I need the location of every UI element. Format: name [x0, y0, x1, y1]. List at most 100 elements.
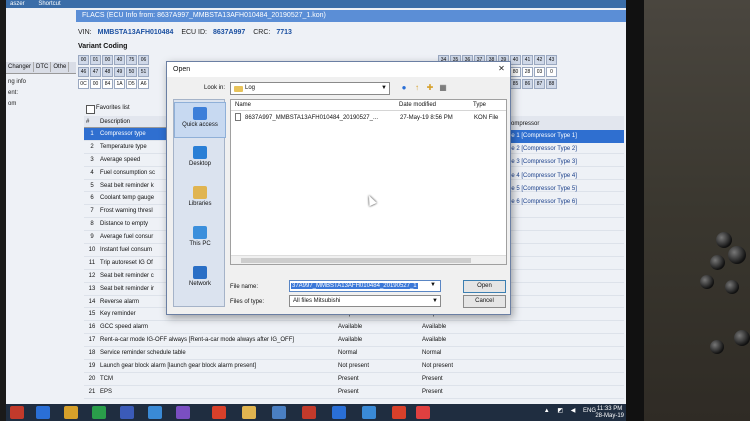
network-tray-icon[interactable]: ◩: [557, 408, 563, 414]
hex-cell[interactable]: 40: [114, 55, 125, 65]
taskbar-app-icon[interactable]: [10, 406, 24, 419]
options-list: pe 1 [Compressor Type 1] pe 2 [Compresso…: [506, 130, 624, 209]
language-indicator[interactable]: ENG: [583, 408, 596, 414]
hex-cell[interactable]: 03: [534, 67, 545, 77]
hex-cell[interactable]: 47: [90, 67, 101, 77]
taskbar-app-icon[interactable]: [302, 406, 316, 419]
tray-arrow-icon[interactable]: ▲: [544, 408, 550, 414]
taskbar-app-icon[interactable]: [148, 406, 162, 419]
table-row[interactable]: 19 Launch gear block alarm [launch gear b…: [84, 360, 624, 373]
table-row[interactable]: 17 Rent-a-car mode IG-OFF always [Rent-a-…: [84, 334, 624, 348]
hex-cell[interactable]: 00: [90, 79, 101, 89]
hex-cell[interactable]: 0C: [78, 79, 89, 89]
chevron-down-icon[interactable]: ▼: [430, 282, 436, 288]
hex-cell[interactable]: 86: [522, 79, 533, 89]
hex-cell[interactable]: 28: [522, 67, 533, 77]
favorites-checkbox[interactable]: Favorites list: [84, 103, 130, 114]
decor-bead: [710, 340, 724, 354]
filename-input[interactable]: 37A997_MMBSTA13AFH010484_20190527_1: [289, 280, 441, 292]
taskbar-app-icon[interactable]: [242, 406, 256, 419]
taskbar-app-icon[interactable]: [362, 406, 376, 419]
place-desktop[interactable]: Desktop: [174, 142, 226, 178]
desktop-item[interactable]: aszer: [10, 1, 25, 7]
row-description: Distance to empty: [100, 221, 149, 228]
row-number: 5: [90, 182, 94, 189]
col-type[interactable]: Type: [473, 100, 486, 111]
table-row[interactable]: 16 GCC speed alarm Available Available: [84, 321, 624, 335]
taskbar-app-icon[interactable]: [92, 406, 106, 419]
taskbar-app-icon[interactable]: [212, 406, 226, 419]
hex-cell[interactable]: 0: [546, 67, 557, 77]
hex-cell[interactable]: 00: [102, 55, 113, 65]
open-button[interactable]: Open: [463, 280, 506, 293]
row-current-value: Present: [338, 375, 359, 382]
hex-cell[interactable]: 06: [138, 55, 149, 65]
scrollbar-thumb[interactable]: [241, 258, 471, 263]
tab-changer[interactable]: Changer: [6, 62, 35, 72]
hex-cell[interactable]: 51: [138, 67, 149, 77]
close-icon[interactable]: ✕: [496, 64, 507, 74]
hex-cell[interactable]: 41: [522, 55, 533, 65]
option-item[interactable]: pe 3 [Compressor Type 3]: [506, 156, 624, 169]
hex-cell[interactable]: 80: [510, 67, 521, 77]
hex-cell[interactable]: 87: [534, 79, 545, 89]
col-num[interactable]: #: [86, 116, 89, 128]
col-date-modified[interactable]: Date modified: [399, 100, 436, 111]
hex-cell[interactable]: 84: [102, 79, 113, 89]
place-quick-access[interactable]: Quick access: [174, 102, 226, 138]
hex-cell[interactable]: 50: [126, 67, 137, 77]
hex-cell[interactable]: D5: [126, 79, 137, 89]
table-row[interactable]: 18 Service reminder schedule table Normal N…: [84, 347, 624, 361]
taskbar-app-icon[interactable]: [332, 406, 346, 419]
hex-cell[interactable]: 49: [114, 67, 125, 77]
hex-cell[interactable]: 40: [510, 55, 521, 65]
table-row[interactable]: 20 TCM Present Present: [84, 373, 624, 386]
file-date: 27-May-19 8:56 PM: [400, 115, 453, 121]
option-item[interactable]: pe 4 [Compressor Type 4]: [506, 170, 624, 183]
hex-cell[interactable]: 1A: [114, 79, 125, 89]
hex-cell[interactable]: 42: [534, 55, 545, 65]
option-item[interactable]: pe 1 [Compressor Type 1]: [506, 130, 624, 144]
clock[interactable]: 11:33 PM 28-May-19: [595, 406, 624, 420]
place-libraries[interactable]: Libraries: [174, 182, 226, 218]
option-item[interactable]: pe 6 [Compressor Type 6]: [506, 196, 624, 209]
lookin-dropdown[interactable]: Log ▼: [230, 82, 390, 95]
col-description[interactable]: Description: [100, 116, 130, 128]
hex-cell[interactable]: 43: [546, 55, 557, 65]
taskbar-app-icon[interactable]: [36, 406, 50, 419]
back-icon[interactable]: ●: [399, 83, 409, 93]
view-menu-icon[interactable]: ▦: [438, 83, 448, 93]
hex-cell[interactable]: A6: [138, 79, 149, 89]
hex-cell[interactable]: 01: [90, 55, 101, 65]
horizontal-scrollbar[interactable]: [231, 255, 506, 264]
taskbar-app-icon[interactable]: [176, 406, 190, 419]
volume-icon[interactable]: ◀: [571, 408, 576, 414]
tab-other[interactable]: Othe: [51, 62, 70, 72]
taskbar-app-icon[interactable]: [272, 406, 286, 419]
hex-cell[interactable]: 88: [546, 79, 557, 89]
new-folder-icon[interactable]: ✚: [425, 83, 435, 93]
place-this-pc[interactable]: This PC: [174, 222, 226, 258]
filename-value: 37A997_MMBSTA13AFH010484_20190527_1: [291, 283, 418, 289]
file-row[interactable]: 8637A997_MMBSTA13AFH010484_20190527_... …: [232, 113, 502, 124]
hex-cell[interactable]: 46: [78, 67, 89, 77]
hex-cell[interactable]: 85: [510, 79, 521, 89]
cancel-button[interactable]: Cancel: [463, 295, 506, 308]
filetype-select[interactable]: All files Mitsubishi ▼: [289, 295, 441, 307]
hex-cell[interactable]: 75: [126, 55, 137, 65]
options-header: compressor: [506, 118, 624, 130]
col-name[interactable]: Name: [235, 100, 251, 111]
table-row[interactable]: 21 EPS Present Present: [84, 386, 624, 399]
taskbar-app-icon[interactable]: [120, 406, 134, 419]
place-network[interactable]: Network: [174, 262, 226, 298]
taskbar-app-icon[interactable]: [64, 406, 78, 419]
option-item[interactable]: pe 2 [Compressor Type 2]: [506, 143, 624, 156]
option-item[interactable]: pe 5 [Compressor Type 5]: [506, 183, 624, 196]
tab-dtc[interactable]: DTC: [34, 62, 52, 72]
taskbar-app-icon[interactable]: [416, 406, 430, 419]
desktop-item[interactable]: Shortcut: [38, 1, 60, 7]
up-folder-icon[interactable]: ↑: [412, 83, 422, 93]
hex-cell[interactable]: 00: [78, 55, 89, 65]
hex-cell[interactable]: 48: [102, 67, 113, 77]
taskbar-app-icon[interactable]: [392, 406, 406, 419]
